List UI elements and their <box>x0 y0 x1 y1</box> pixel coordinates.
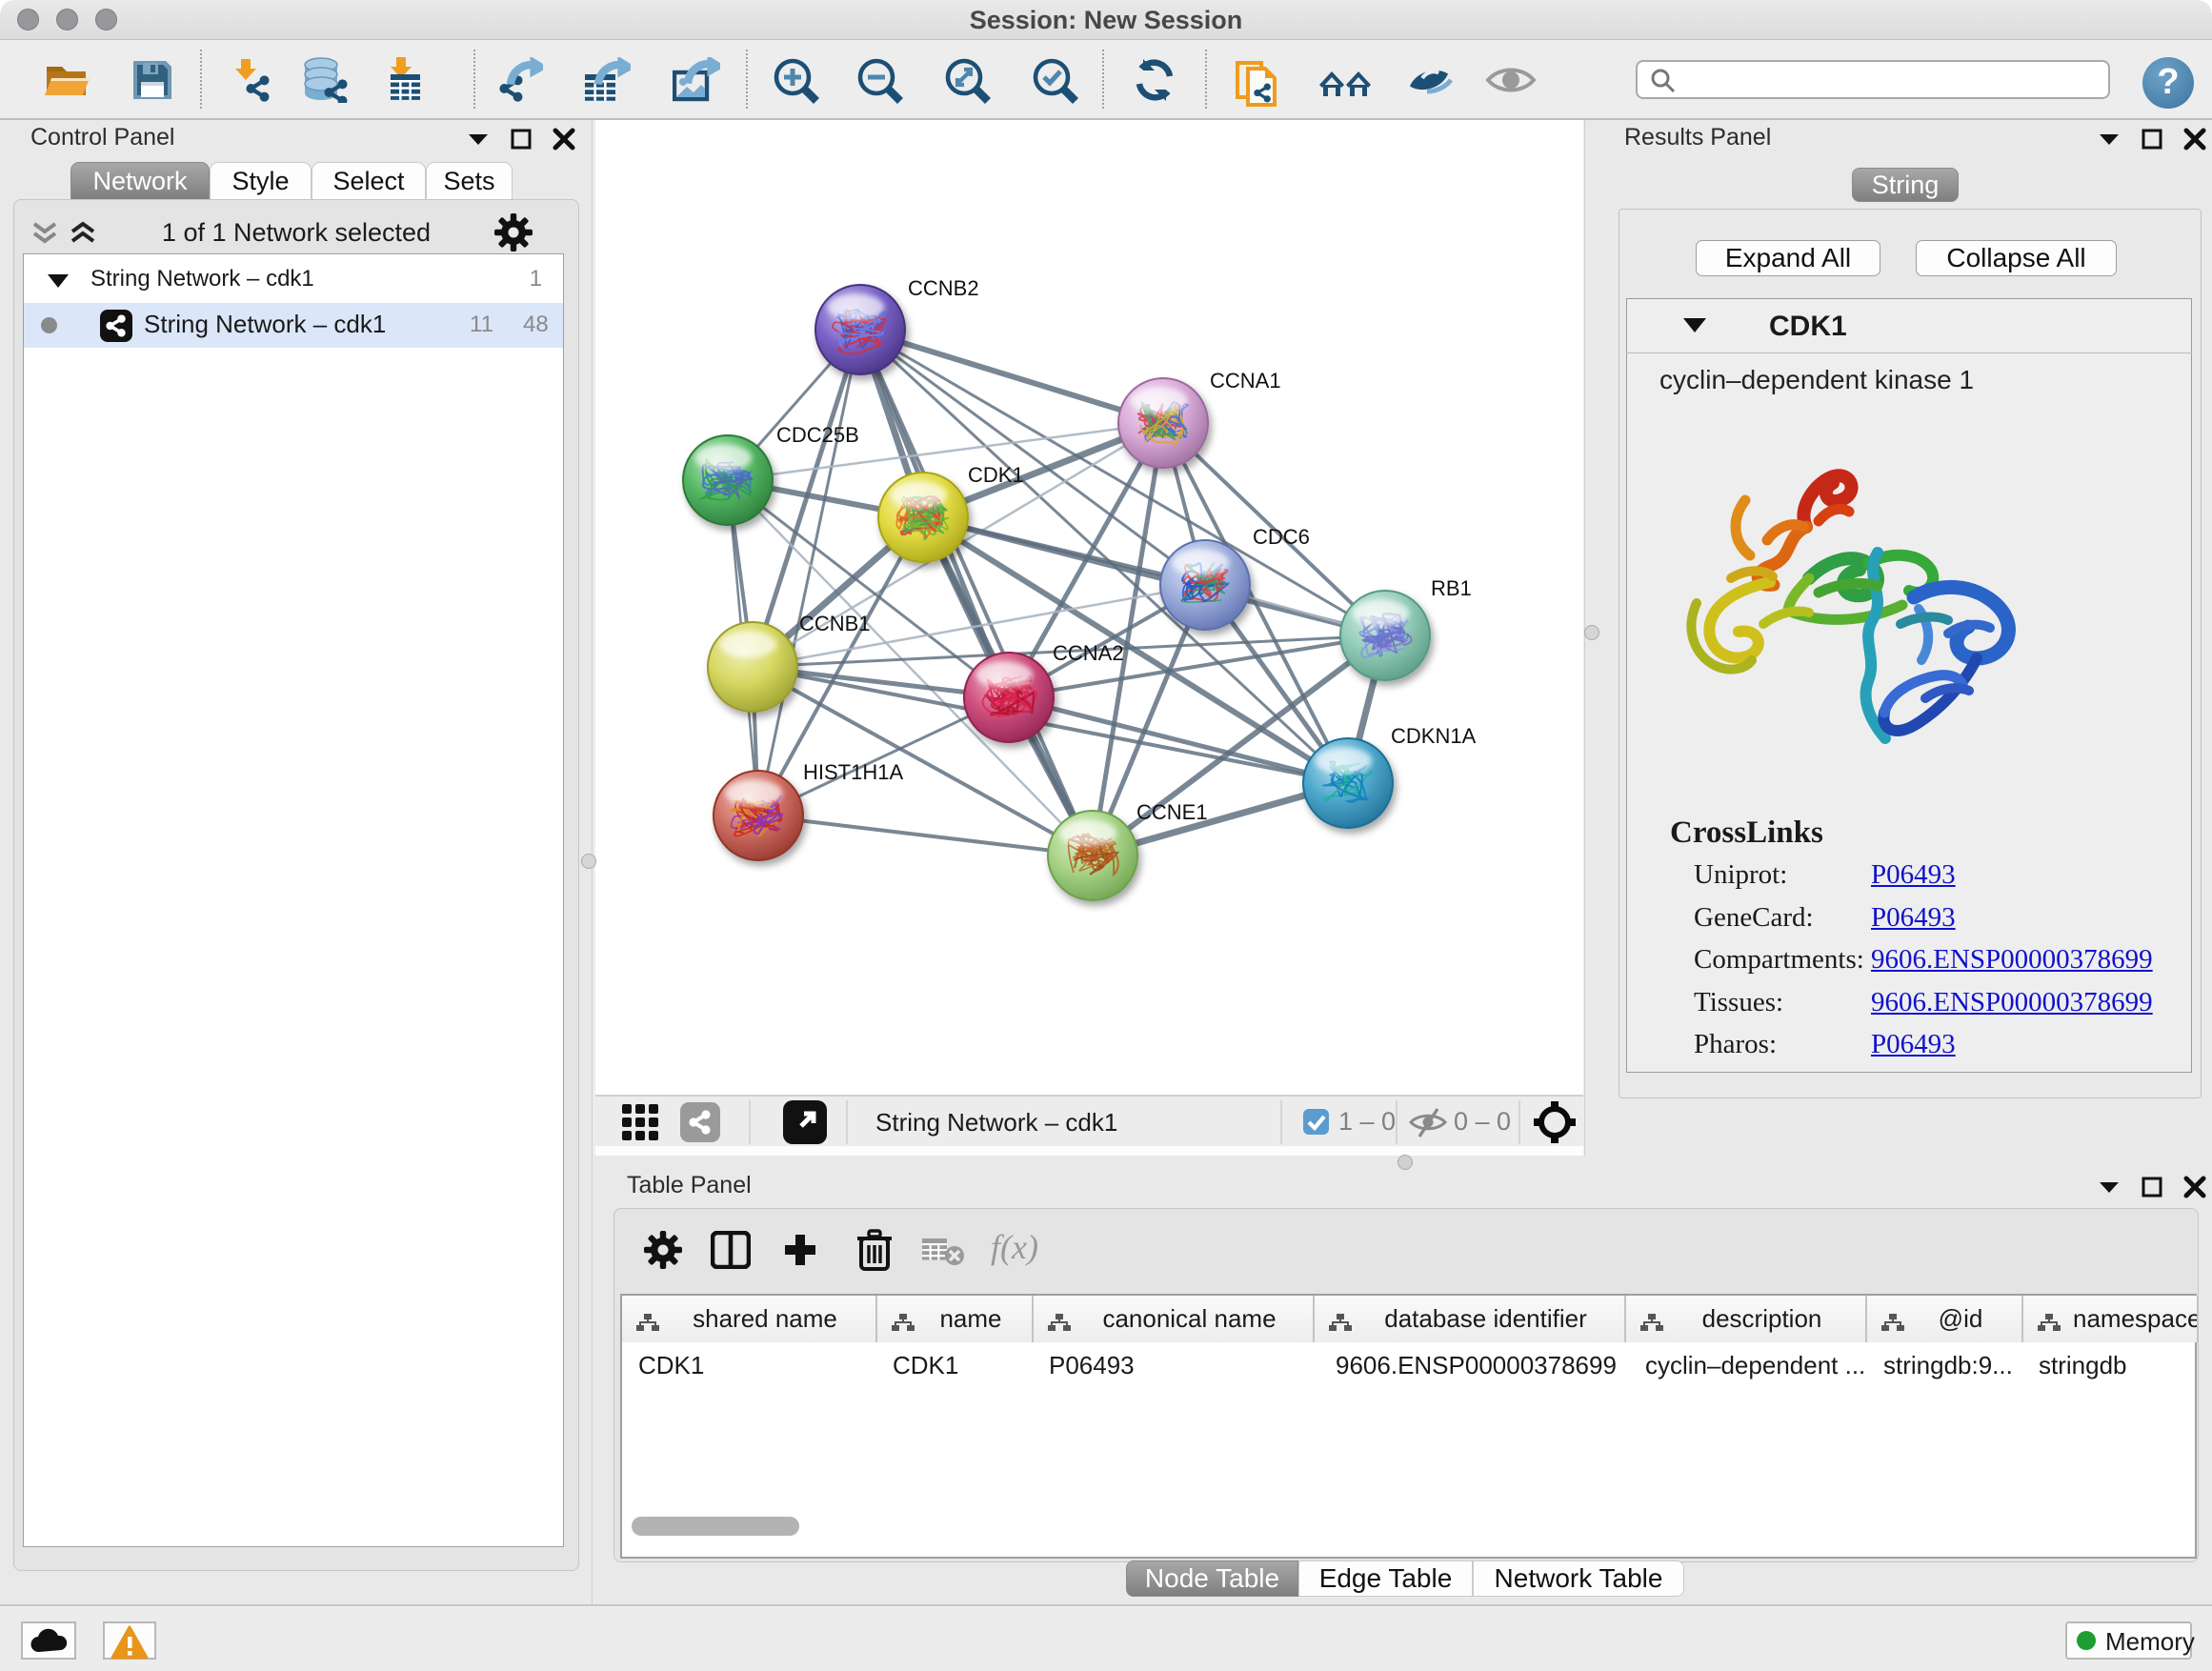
svg-text:CDKN1A: CDKN1A <box>1391 724 1477 748</box>
svg-text:HIST1H1A: HIST1H1A <box>803 760 903 784</box>
svg-text:CDK1: CDK1 <box>968 463 1024 487</box>
svg-text:CDC6: CDC6 <box>1253 525 1310 549</box>
svg-text:CDC25B: CDC25B <box>776 423 859 447</box>
svg-text:CCNA2: CCNA2 <box>1053 641 1124 665</box>
svg-text:CCNB2: CCNB2 <box>908 276 979 300</box>
svg-text:CCNE1: CCNE1 <box>1136 800 1208 824</box>
svg-text:CCNA1: CCNA1 <box>1210 369 1281 393</box>
svg-text:CCNB1: CCNB1 <box>799 612 871 635</box>
svg-text:RB1: RB1 <box>1431 576 1472 600</box>
